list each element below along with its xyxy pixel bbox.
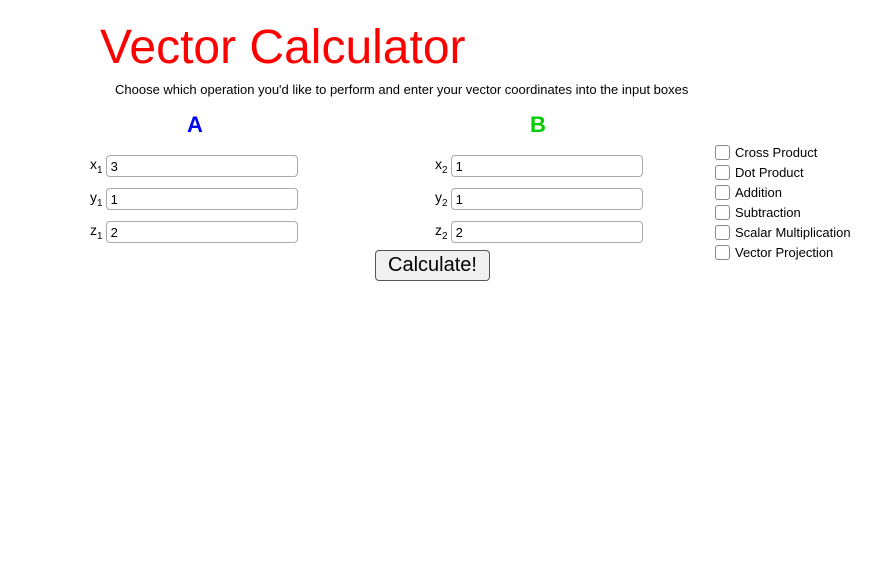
op-vector-projection: Vector Projection: [715, 245, 851, 260]
label-b-y: y2: [435, 189, 448, 209]
op-label: Vector Projection: [735, 245, 833, 260]
op-dot-product: Dot Product: [715, 165, 851, 180]
input-b-x[interactable]: [451, 155, 643, 177]
subtitle: Choose which operation you'd like to per…: [115, 82, 688, 97]
page-title: Vector Calculator: [100, 20, 466, 75]
calculate-button[interactable]: Calculate!: [375, 250, 490, 281]
op-label: Subtraction: [735, 205, 801, 220]
row-b-x: x2: [435, 155, 643, 177]
op-label: Cross Product: [735, 145, 817, 160]
row-a-y: y1: [90, 188, 298, 210]
op-label: Dot Product: [735, 165, 804, 180]
checkbox-vector-projection[interactable]: [715, 245, 730, 260]
input-a-z[interactable]: [106, 221, 298, 243]
row-a-x: x1: [90, 155, 298, 177]
vector-a-header: A: [187, 112, 203, 138]
op-subtraction: Subtraction: [715, 205, 851, 220]
input-b-z[interactable]: [451, 221, 643, 243]
checkbox-scalar-multiplication[interactable]: [715, 225, 730, 240]
op-scalar-multiplication: Scalar Multiplication: [715, 225, 851, 240]
row-a-z: z1: [90, 221, 298, 243]
operations-panel: Cross Product Dot Product Addition Subtr…: [715, 145, 851, 260]
label-a-x: x1: [90, 156, 103, 176]
vector-b-header: B: [530, 112, 546, 138]
checkbox-subtraction[interactable]: [715, 205, 730, 220]
label-a-z: z1: [90, 222, 103, 242]
label-a-y: y1: [90, 189, 103, 209]
row-b-y: y2: [435, 188, 643, 210]
label-b-x: x2: [435, 156, 448, 176]
input-a-x[interactable]: [106, 155, 298, 177]
op-cross-product: Cross Product: [715, 145, 851, 160]
op-label: Scalar Multiplication: [735, 225, 851, 240]
row-b-z: z2: [435, 221, 643, 243]
op-addition: Addition: [715, 185, 851, 200]
input-b-y[interactable]: [451, 188, 643, 210]
checkbox-dot-product[interactable]: [715, 165, 730, 180]
checkbox-addition[interactable]: [715, 185, 730, 200]
op-label: Addition: [735, 185, 782, 200]
checkbox-cross-product[interactable]: [715, 145, 730, 160]
input-a-y[interactable]: [106, 188, 298, 210]
label-b-z: z2: [435, 222, 448, 242]
